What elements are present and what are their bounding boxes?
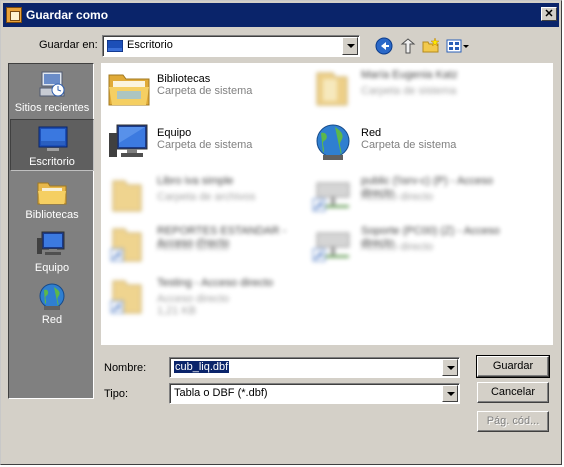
location-combo[interactable]: Escritorio [102,35,360,57]
filename-value-wrap: cub_liq.dbf [174,361,230,373]
network-icon [316,124,350,160]
network-icon [39,283,65,310]
file-type-select[interactable]: Tabla o DBF (*.dbf) [169,383,460,404]
network-drive-shortcut-icon [312,182,350,212]
file-size: 1,21 KB [157,305,197,317]
place-label: Escritorio [29,156,75,168]
place-desktop[interactable]: Escritorio [10,119,94,171]
libraries-icon [37,182,67,205]
place-label: Equipo [34,262,70,274]
list-item[interactable]: public (\\srv-c) (P) - Acceso directo Ac… [311,173,511,213]
folder-icon [112,180,142,212]
save-in-label: Guardar en: [39,39,98,51]
place-label: Red [41,314,63,326]
title-bar[interactable]: Guardar como ✕ [3,3,559,27]
cancel-button[interactable]: Cancelar [477,382,549,403]
network-drive-shortcut-icon [312,232,350,262]
libraries-icon [108,74,150,106]
folder-shortcut-icon [110,228,142,262]
back-icon[interactable] [375,37,393,55]
file-name: Bibliotecas [157,73,211,85]
file-type: Acceso directo [361,191,434,203]
filename-value: cub_liq.dbf [174,361,230,373]
folder-shortcut-icon [110,280,142,314]
desktop-icon [38,126,68,151]
file-name: María Eugenia Katz [361,69,458,81]
views-menu-icon[interactable] [446,37,470,55]
places-bar: Sitios recientes Escritorio Bibliotecas [8,63,94,399]
codepage-button[interactable]: Pág. cód... [477,411,549,432]
chevron-down-icon[interactable] [442,359,458,376]
file-type: Carpeta de sistema [361,85,457,97]
filename-field[interactable]: cub_liq.dbf [169,357,460,378]
place-label: Bibliotecas [25,209,79,221]
place-network[interactable]: Red [10,278,94,330]
file-name: Equipo [157,127,192,139]
place-label: Sitios recientes [14,102,90,114]
file-type: Acceso directo [361,241,434,253]
file-type: Acceso directo [157,293,230,305]
type-label: Tipo: [104,388,129,400]
file-type: Acceso directo [157,241,230,253]
chevron-down-icon[interactable] [442,385,458,402]
file-name: Red [361,127,382,139]
file-type: Carpeta de archivos [157,191,256,203]
place-libraries[interactable]: Bibliotecas [10,173,94,225]
user-folder-icon [316,72,348,106]
save-as-dialog: Guardar como ✕ Guardar en: Escritorio Si… [0,0,562,465]
window-title: Guardar como [26,8,109,22]
list-item[interactable]: Libro iva simple Carpeta de archivos [107,173,307,213]
place-recent[interactable]: Sitios recientes [10,66,94,118]
file-type: Carpeta de sistema [157,85,253,97]
file-name: Testing - Acceso directo [157,277,274,289]
file-type: Carpeta de sistema [361,139,457,151]
file-list[interactable]: Bibliotecas Carpeta de sistema María Eug… [101,63,553,345]
list-item[interactable]: María Eugenia Katz Carpeta de sistema [311,67,511,107]
recent-places-icon [39,71,65,97]
location-value: Escritorio [127,39,173,51]
computer-icon [37,231,65,255]
chevron-down-icon[interactable] [342,37,358,55]
up-folder-icon[interactable] [399,37,417,55]
file-name: Libro iva simple [157,175,234,187]
list-item[interactable]: Red Carpeta de sistema [311,121,511,161]
list-item[interactable]: REPORTES ESTANDAR - Acceso directo Acces… [107,223,307,263]
list-item[interactable]: Equipo Carpeta de sistema [107,121,307,161]
app-icon [6,7,22,23]
list-item[interactable]: Soporte (PC00) (Z) - Acceso directo Acce… [311,223,511,263]
file-type: Carpeta de sistema [157,139,253,151]
list-item[interactable]: Testing - Acceso directo Acceso directo … [107,275,307,325]
place-computer[interactable]: Equipo [10,226,94,278]
desktop-icon [107,40,123,52]
file-type-value: Tabla o DBF (*.dbf) [174,387,268,399]
computer-icon [109,124,148,157]
list-item[interactable]: Bibliotecas Carpeta de sistema [107,67,307,107]
filename-label: Nombre: [104,362,147,374]
new-folder-icon[interactable] [422,37,440,55]
save-button[interactable]: Guardar [476,355,550,378]
close-button[interactable]: ✕ [541,7,557,21]
